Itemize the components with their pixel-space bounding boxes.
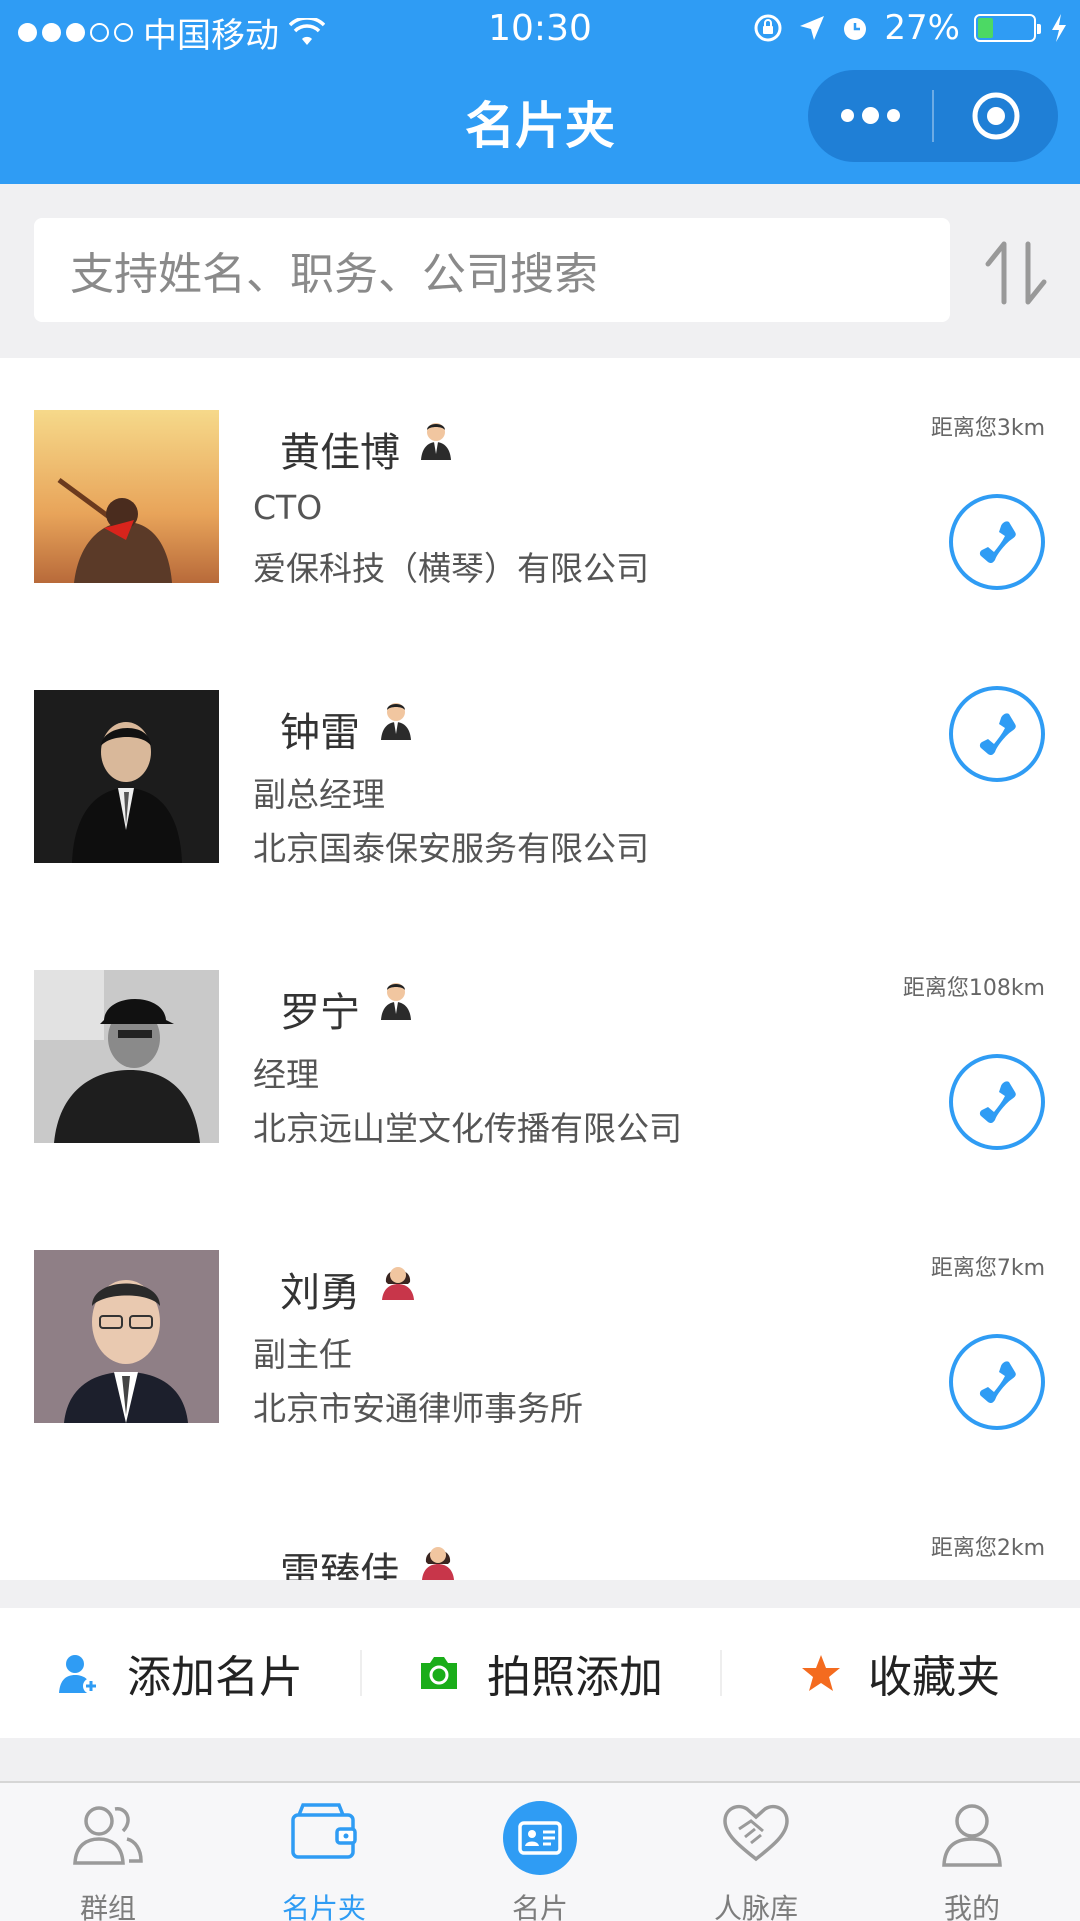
male-icon (381, 703, 411, 740)
contact-card[interactable]: 雷臻佳 距离您2km (0, 1478, 1080, 1580)
favorites-label: 收藏夹 (868, 1652, 1000, 1703)
male-icon (421, 423, 451, 460)
avatar (34, 690, 219, 863)
contact-company: 北京市安通律师事务所 (253, 1389, 583, 1428)
more-dots-icon (840, 106, 900, 124)
charging-icon (1052, 14, 1066, 42)
business-card-icon (518, 1821, 562, 1855)
phone-icon (979, 521, 1016, 564)
contact-distance: 距离您7km (930, 1256, 1045, 1281)
female-icon (422, 1547, 454, 1580)
battery-icon (974, 14, 1041, 42)
tab-group-label: 群组 (79, 1892, 136, 1921)
contact-distance: 距离您2km (930, 1536, 1045, 1561)
avatar (34, 1564, 219, 1580)
nav-bar: 名片夹 (0, 60, 1080, 184)
contact-name: 雷臻佳 (280, 1550, 400, 1580)
profile-icon (942, 1804, 1002, 1867)
avatar (34, 970, 219, 1143)
mini-program-capsule (808, 70, 1058, 162)
contact-company: 北京远山堂文化传播有限公司 (253, 1109, 682, 1148)
avatar (34, 410, 219, 583)
contact-list: 黄佳博 CTO 爱保科技（横琴）有限公司 距离您3km 钟雷 副总经理 北京国泰… (0, 358, 1080, 1580)
contact-title: CTO (253, 488, 323, 527)
female-icon (382, 1267, 414, 1300)
tab-card-holder[interactable]: 名片夹 (216, 1783, 432, 1921)
tab-bar: 群组 名片夹 名片 人脉库 我的 (0, 1781, 1080, 1921)
contact-company: 北京国泰保安服务有限公司 (253, 829, 649, 868)
contact-company: 爱保科技（横琴）有限公司 (253, 549, 649, 588)
tab-business-card-label: 名片 (511, 1892, 568, 1921)
tab-business-card[interactable]: 名片 (432, 1783, 648, 1921)
contact-name: 刘勇 (280, 1270, 360, 1316)
tab-network[interactable]: 人脉库 (648, 1783, 864, 1921)
tab-profile-label: 我的 (943, 1892, 1000, 1921)
call-button[interactable] (949, 1334, 1045, 1430)
add-card-label: 添加名片 (127, 1652, 303, 1703)
action-bar: 添加名片 拍照添加 收藏夹 (0, 1608, 1080, 1738)
male-icon (381, 983, 411, 1020)
sort-icon[interactable] (982, 240, 1052, 306)
phone-icon (979, 1081, 1016, 1124)
favorites-button[interactable]: 收藏夹 (720, 1608, 1080, 1738)
phone-icon (979, 1361, 1016, 1404)
contact-card[interactable]: 钟雷 副总经理 北京国泰保安服务有限公司 (0, 638, 1080, 918)
tab-card-holder-label: 名片夹 (281, 1892, 366, 1921)
more-button[interactable] (808, 70, 932, 162)
tab-group[interactable]: 群组 (0, 1783, 216, 1921)
contact-card[interactable]: 黄佳博 CTO 爱保科技（横琴）有限公司 距离您3km (0, 358, 1080, 638)
location-icon (800, 16, 825, 40)
camera-icon (421, 1657, 457, 1689)
status-bar: 中国移动 10:30 27% (0, 0, 1080, 60)
search-placeholder: 支持姓名、职务、公司搜索 (70, 249, 598, 300)
call-button[interactable] (949, 1054, 1045, 1150)
contact-distance: 距离您108km (902, 976, 1045, 1001)
close-circle-icon (972, 92, 1020, 140)
contact-card[interactable]: 罗宁 经理 北京远山堂文化传播有限公司 距离您108km (0, 918, 1080, 1198)
search-input[interactable]: 支持姓名、职务、公司搜索 (34, 218, 950, 322)
photo-add-label: 拍照添加 (487, 1652, 663, 1703)
tab-network-label: 人脉库 (713, 1892, 798, 1921)
tab-profile[interactable]: 我的 (864, 1783, 1080, 1921)
contact-title: 副主任 (253, 1335, 352, 1374)
phone-icon (979, 713, 1016, 756)
close-button[interactable] (934, 70, 1058, 162)
call-button[interactable] (949, 494, 1045, 590)
contact-card[interactable]: 刘勇 副主任 北京市安通律师事务所 距离您7km (0, 1198, 1080, 1478)
add-person-icon (59, 1655, 99, 1694)
search-area: 支持姓名、职务、公司搜索 (0, 184, 1080, 358)
card-holder-icon (291, 1803, 357, 1859)
rotation-lock-icon (754, 14, 782, 42)
contact-title: 经理 (253, 1055, 319, 1094)
handshake-icon (723, 1804, 789, 1862)
call-button[interactable] (949, 686, 1045, 782)
star-icon (802, 1655, 840, 1691)
contact-title: 副总经理 (253, 775, 385, 814)
battery-percent: 27% (884, 8, 960, 48)
avatar (34, 1250, 219, 1423)
contact-name: 罗宁 (280, 990, 360, 1036)
group-icon (73, 1806, 143, 1865)
contact-name: 钟雷 (280, 710, 360, 756)
add-card-button[interactable]: 添加名片 (0, 1608, 360, 1738)
photo-add-button[interactable]: 拍照添加 (360, 1608, 720, 1738)
contact-distance: 距离您3km (930, 416, 1045, 441)
contact-name: 黄佳博 (280, 430, 400, 476)
alarm-icon (844, 18, 867, 40)
